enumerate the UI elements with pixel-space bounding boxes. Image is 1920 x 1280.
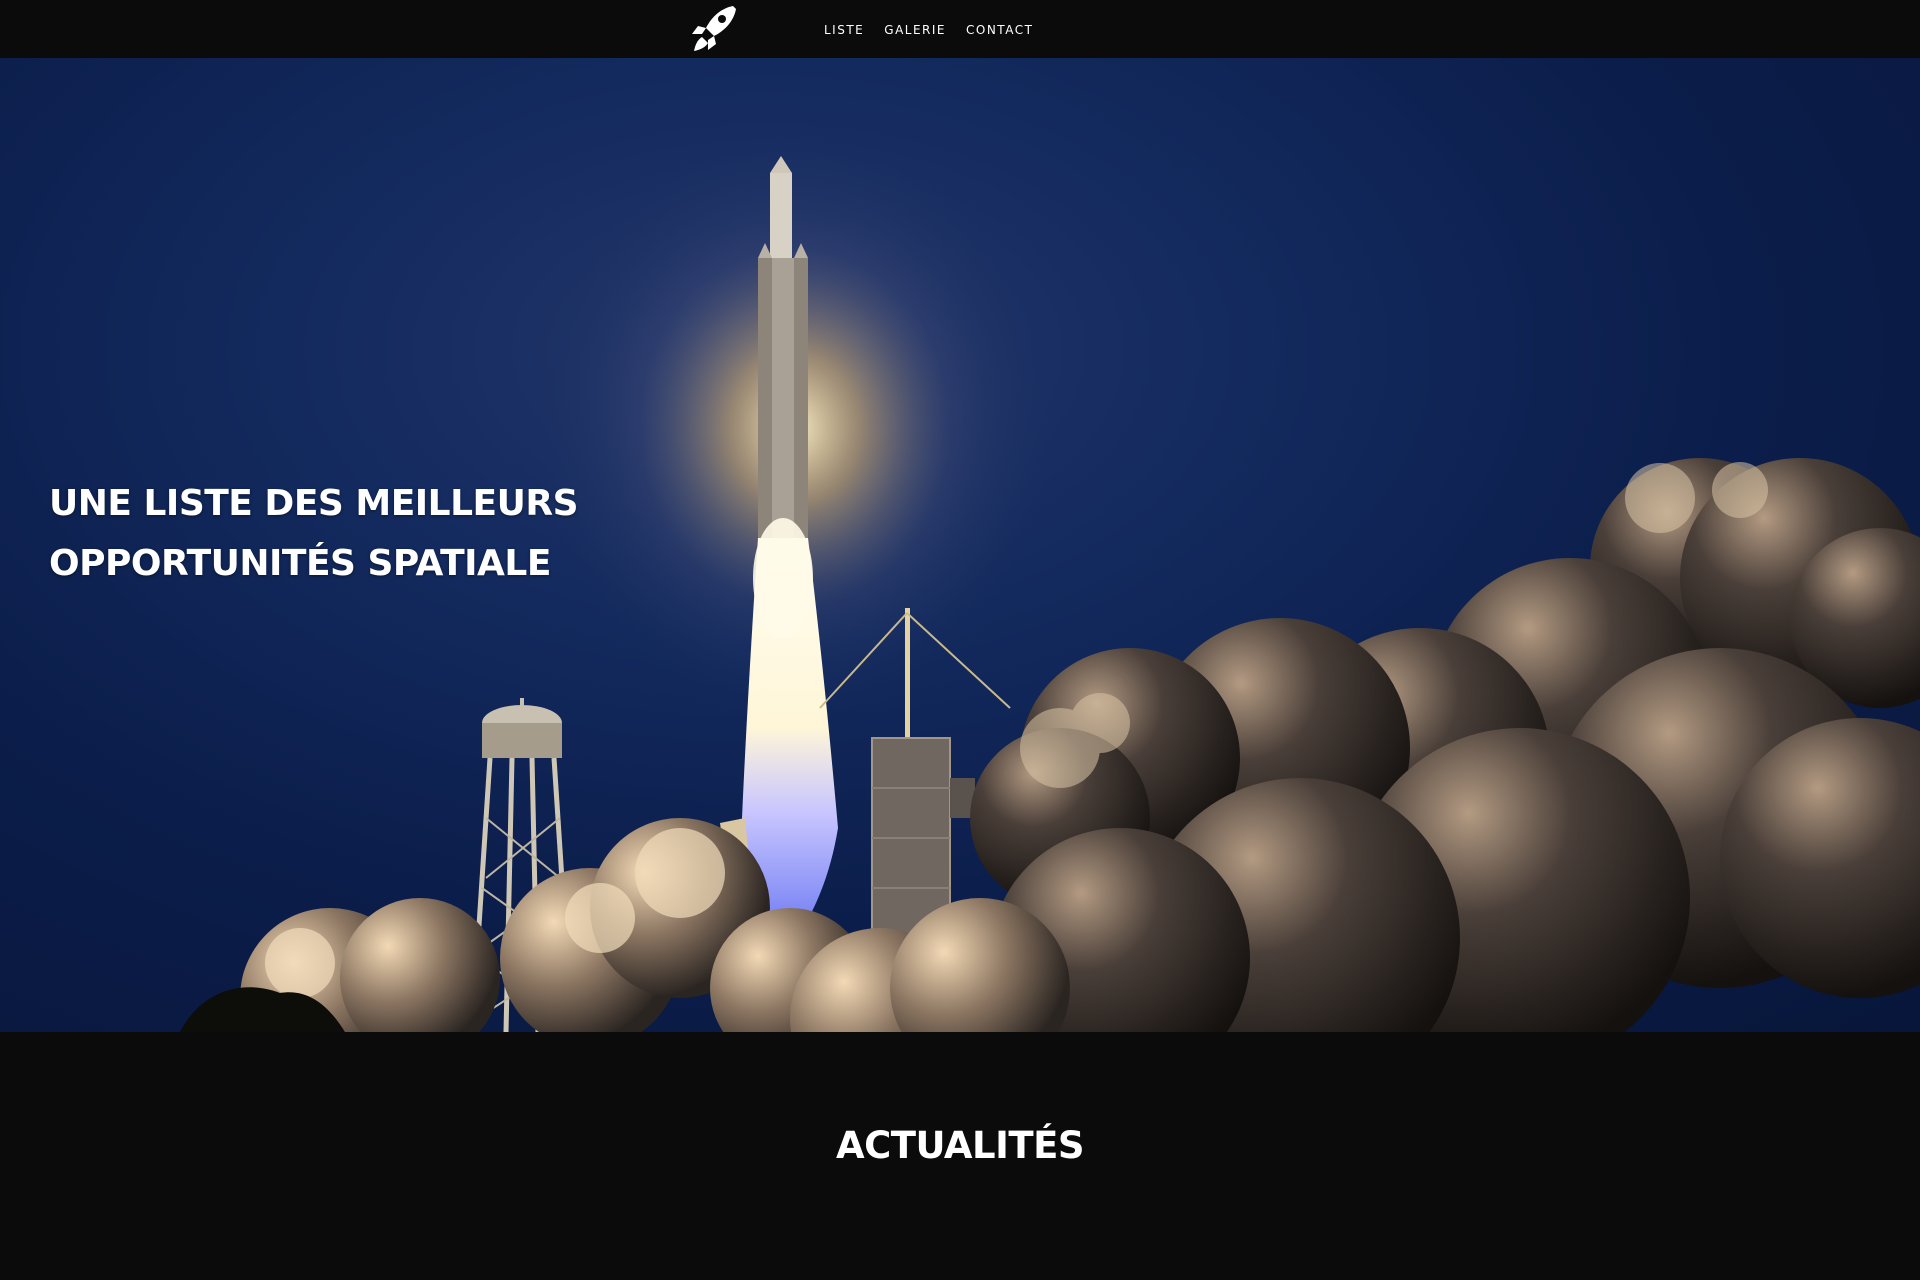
main-nav: Liste Galerie Contact bbox=[824, 0, 1033, 58]
nav-link-liste[interactable]: Liste bbox=[824, 19, 864, 39]
news-section: ACTUALITÉS bbox=[0, 1032, 1920, 1280]
logo-link[interactable] bbox=[688, 4, 740, 54]
nav-link-galerie[interactable]: Galerie bbox=[884, 19, 946, 39]
hero-title-line1: UNE LISTE DES MEILLEURS bbox=[49, 483, 579, 524]
hero-section: UNE LISTE DES MEILLEURS OPPORTUNITÉS SPA… bbox=[0, 58, 1920, 1032]
hero-title-line2: OPPORTUNITÉS SPATIALE bbox=[49, 543, 551, 584]
top-navbar: Liste Galerie Contact bbox=[0, 0, 1920, 58]
nav-link-contact[interactable]: Contact bbox=[966, 19, 1033, 39]
rocket-icon bbox=[692, 6, 736, 51]
news-title: ACTUALITÉS bbox=[835, 1124, 1085, 1167]
hero-title: UNE LISTE DES MEILLEURS OPPORTUNITÉS SPA… bbox=[49, 474, 579, 594]
